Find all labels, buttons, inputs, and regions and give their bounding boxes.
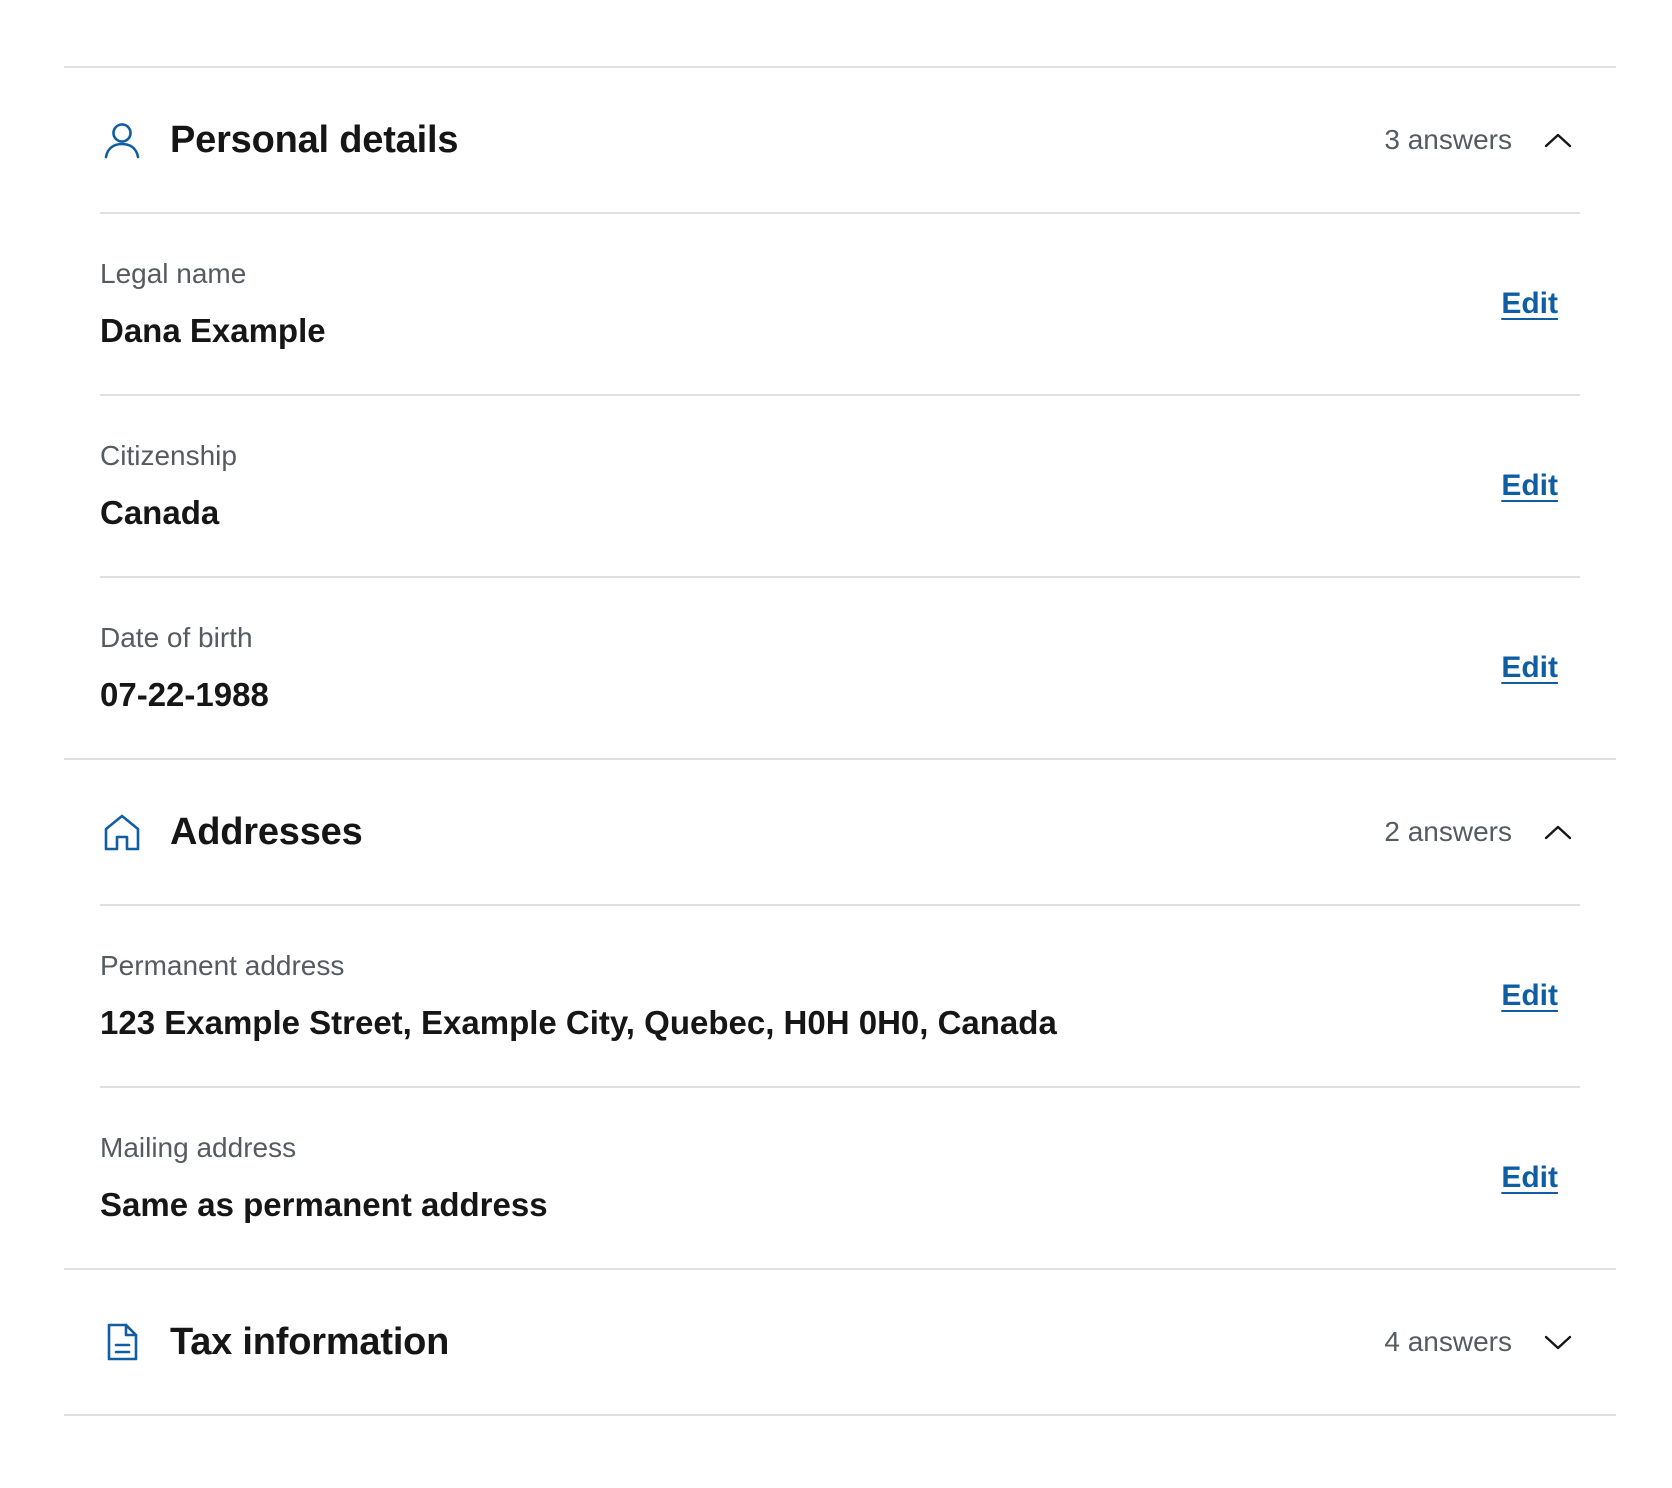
section-personal-details: Personal details 3 answers Legal name Da… [64,68,1616,760]
answer-label: Permanent address [100,950,345,981]
answer-count: 2 answers [1384,816,1512,847]
answer-value: Canada [100,494,220,531]
answer-value: 07-22-1988 [100,676,269,713]
chevron-up-icon[interactable] [1538,812,1578,852]
chevron-up-icon[interactable] [1538,120,1578,160]
section-header-personal-details[interactable]: Personal details 3 answers [64,68,1616,212]
document-icon [100,1320,144,1364]
section-tax-information: Tax information 4 answers [64,1270,1616,1416]
answer-value: Dana Example [100,312,326,349]
answer-label: Date of birth [100,622,253,653]
answer-count: 3 answers [1384,124,1512,155]
section-title: Personal details [170,118,459,161]
edit-date-of-birth-link[interactable]: Edit [1501,651,1558,685]
answer-row: Permanent address 123 Example Street, Ex… [100,904,1580,1086]
person-icon [100,118,144,162]
section-rows: Legal name Dana Example Edit Citizenship… [64,212,1616,758]
answer-value: Same as permanent address [100,1186,548,1223]
home-icon [100,810,144,854]
answer-row: Date of birth 07-22-1988 Edit [100,576,1580,758]
chevron-down-icon[interactable] [1538,1322,1578,1362]
section-addresses: Addresses 2 answers Permanent address 12… [64,760,1616,1270]
section-header-addresses[interactable]: Addresses 2 answers [64,760,1616,904]
answer-row: Mailing address Same as permanent addres… [100,1086,1580,1268]
answer-label: Mailing address [100,1132,297,1163]
section-header-tax-information[interactable]: Tax information 4 answers [64,1270,1616,1414]
edit-legal-name-link[interactable]: Edit [1501,287,1558,321]
section-rows: Permanent address 123 Example Street, Ex… [64,904,1616,1268]
answer-value: 123 Example Street, Example City, Quebec… [100,1004,1057,1041]
answer-row: Legal name Dana Example Edit [100,212,1580,394]
answer-row: Citizenship Canada Edit [100,394,1580,576]
section-title: Tax information [170,1320,450,1363]
section-title: Addresses [170,810,363,853]
answer-count: 4 answers [1384,1326,1512,1357]
review-summary: Personal details 3 answers Legal name Da… [64,66,1616,1416]
answer-label: Citizenship [100,440,237,471]
edit-citizenship-link[interactable]: Edit [1501,469,1558,503]
edit-mailing-address-link[interactable]: Edit [1501,1161,1558,1195]
edit-permanent-address-link[interactable]: Edit [1501,979,1558,1013]
answer-label: Legal name [100,258,247,289]
